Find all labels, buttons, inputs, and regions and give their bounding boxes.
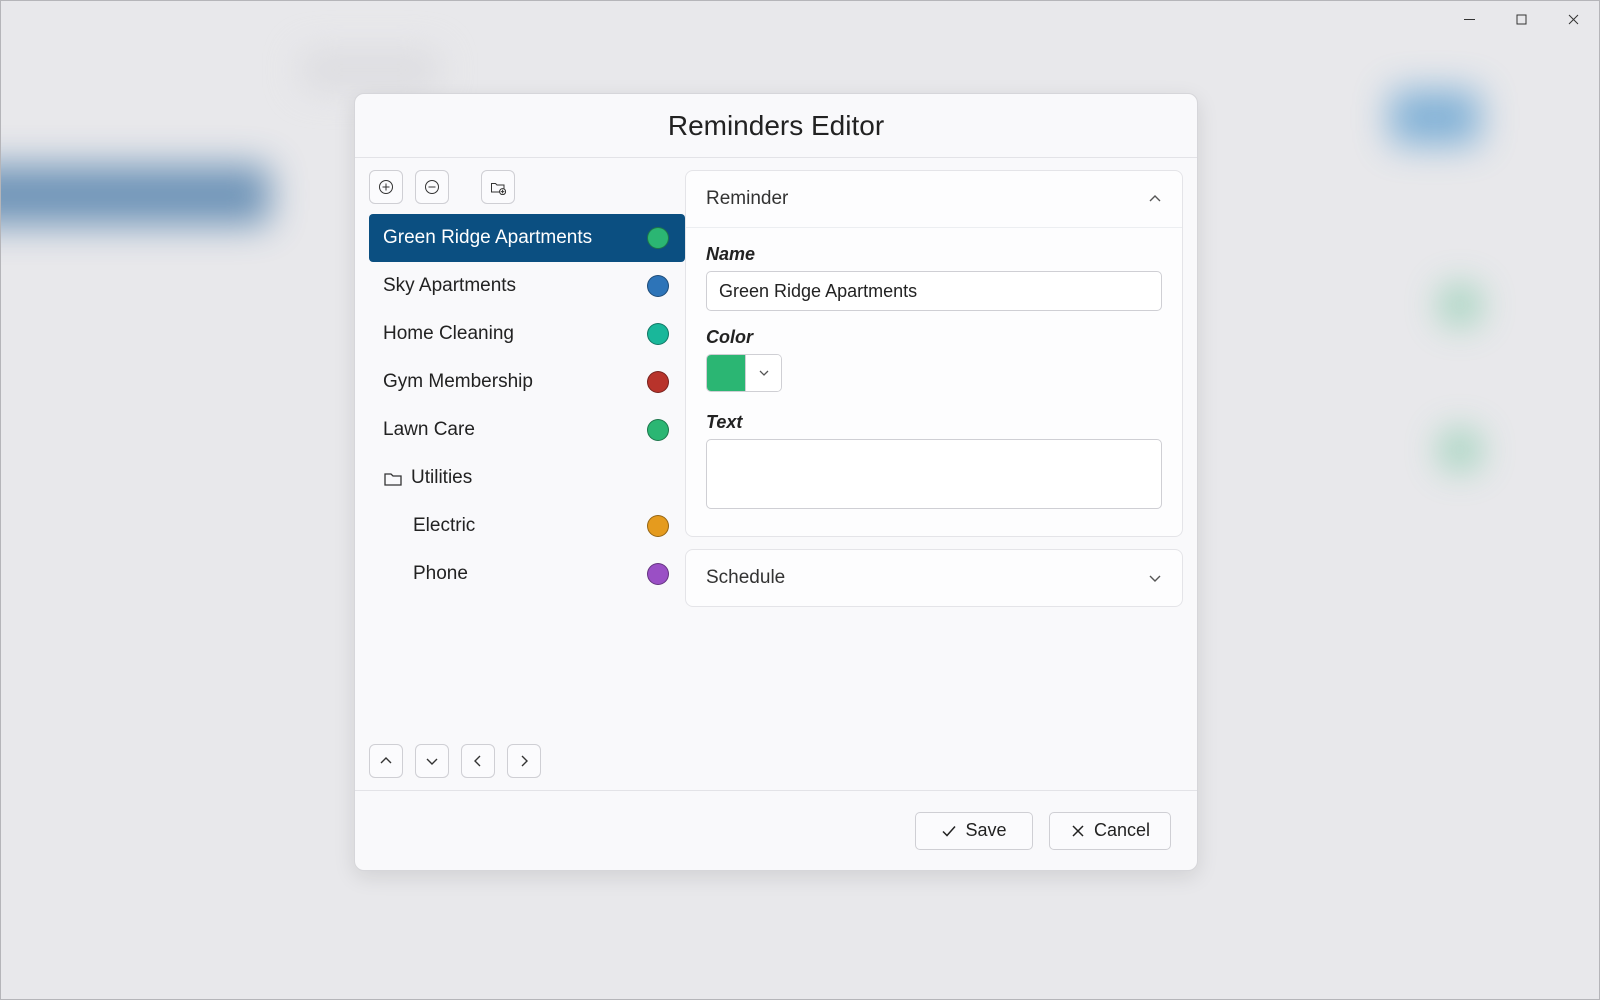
reminder-item[interactable]: Electric <box>369 502 685 550</box>
reminder-panel-body: Name Color Text <box>686 227 1182 536</box>
schedule-panel: Schedule <box>685 549 1183 607</box>
cancel-button-label: Cancel <box>1094 820 1150 841</box>
reminder-color-swatch <box>647 563 669 585</box>
reminder-panel-title: Reminder <box>706 188 1148 210</box>
indent-button[interactable] <box>507 744 541 778</box>
reminder-color-swatch <box>647 419 669 441</box>
add-reminder-button[interactable] <box>369 170 403 204</box>
minimize-button[interactable] <box>1443 1 1495 37</box>
chevron-right-icon <box>516 753 532 769</box>
color-swatch <box>707 355 745 391</box>
reminder-color-swatch <box>647 227 669 249</box>
dialog-footer: Save Cancel <box>355 790 1197 870</box>
folder-icon <box>383 468 403 488</box>
reminder-color-swatch <box>647 515 669 537</box>
x-icon <box>1070 823 1086 839</box>
dialog-header: Reminders Editor <box>355 94 1197 158</box>
close-button[interactable] <box>1547 1 1599 37</box>
reminder-item[interactable]: Lawn Care <box>369 406 685 454</box>
reorder-toolbar <box>369 734 685 778</box>
reminder-item-label: Lawn Care <box>383 419 647 441</box>
reminder-item[interactable]: Home Cleaning <box>369 310 685 358</box>
schedule-panel-header[interactable]: Schedule <box>686 550 1182 606</box>
cancel-button[interactable]: Cancel <box>1049 812 1171 850</box>
reminder-item-label: Green Ridge Apartments <box>383 227 647 249</box>
chevron-up-icon <box>378 753 394 769</box>
folder-plus-icon <box>490 179 506 195</box>
reminder-item-label: Gym Membership <box>383 371 647 393</box>
minus-circle-icon <box>424 179 440 195</box>
reminder-panel-header[interactable]: Reminder <box>686 171 1182 227</box>
color-dropdown-button[interactable] <box>745 355 781 391</box>
reminders-editor-dialog: Reminders Editor <box>354 93 1198 871</box>
maximize-button[interactable] <box>1495 1 1547 37</box>
chevron-down-icon <box>758 367 770 379</box>
chevron-down-icon <box>1148 571 1162 585</box>
reminder-color-swatch <box>647 371 669 393</box>
reminder-folder[interactable]: Utilities <box>369 454 685 502</box>
reminder-item-label: Sky Apartments <box>383 275 647 297</box>
right-pane: Reminder Name Color Text <box>685 158 1197 790</box>
reminder-item-label: Electric <box>383 515 647 537</box>
move-down-button[interactable] <box>415 744 449 778</box>
dialog-title: Reminders Editor <box>668 110 884 142</box>
reminder-color-swatch <box>647 323 669 345</box>
add-folder-button[interactable] <box>481 170 515 204</box>
color-label: Color <box>706 327 1162 348</box>
color-picker <box>706 354 782 392</box>
reminder-item-label: Home Cleaning <box>383 323 647 345</box>
name-input[interactable] <box>706 271 1162 311</box>
reminder-item-label: Phone <box>383 563 647 585</box>
toolbar-spacer <box>461 170 469 204</box>
reminder-item-label: Utilities <box>411 467 669 489</box>
save-button-label: Save <box>965 820 1006 841</box>
reminder-panel: Reminder Name Color Text <box>685 170 1183 537</box>
check-icon <box>941 823 957 839</box>
reminder-color-swatch <box>647 275 669 297</box>
name-label: Name <box>706 244 1162 265</box>
text-input[interactable] <box>706 439 1162 509</box>
chevron-left-icon <box>470 753 486 769</box>
chevron-up-icon <box>1148 192 1162 206</box>
save-button[interactable]: Save <box>915 812 1033 850</box>
left-pane: Green Ridge Apartments Sky Apartments Home… <box>355 158 685 790</box>
dialog-body: Green Ridge Apartments Sky Apartments Home… <box>355 158 1197 790</box>
remove-reminder-button[interactable] <box>415 170 449 204</box>
reminder-item[interactable]: Gym Membership <box>369 358 685 406</box>
chevron-down-icon <box>424 753 440 769</box>
outdent-button[interactable] <box>461 744 495 778</box>
reminder-item[interactable]: Sky Apartments <box>369 262 685 310</box>
plus-circle-icon <box>378 179 394 195</box>
schedule-panel-title: Schedule <box>706 567 1148 589</box>
reminder-item[interactable]: Green Ridge Apartments <box>369 214 685 262</box>
reminder-item[interactable]: Phone <box>369 550 685 598</box>
window-controls <box>1443 1 1599 37</box>
move-up-button[interactable] <box>369 744 403 778</box>
reminder-list: Green Ridge Apartments Sky Apartments Home… <box>369 214 685 734</box>
text-label: Text <box>706 412 1162 433</box>
list-toolbar <box>369 170 685 214</box>
